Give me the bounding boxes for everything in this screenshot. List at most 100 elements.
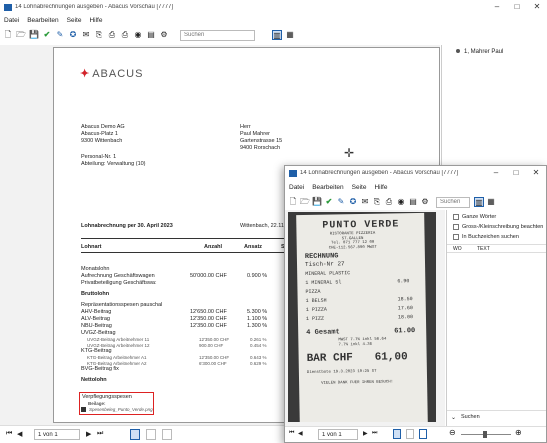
check-icon[interactable]: ✔ xyxy=(42,30,52,40)
receipt-items: MINERAL PLASTIC 1 MINERAL 5l 6.90 PIZZA 1 BE… xyxy=(296,213,424,322)
single-page-icon[interactable] xyxy=(130,429,140,440)
open-icon[interactable]: 🗁 xyxy=(16,30,26,40)
popup-next-page-icon[interactable]: ▶ xyxy=(363,430,368,437)
chevron-down-icon[interactable]: ⌄ xyxy=(451,414,456,421)
popup-page-field[interactable] xyxy=(318,429,358,440)
popup-award-icon[interactable]: ✪ xyxy=(348,197,358,207)
export-icon[interactable]: ⎘ xyxy=(94,30,104,40)
maximize-button[interactable]: □ xyxy=(507,0,527,14)
document-icon[interactable]: ▤ xyxy=(146,30,156,40)
camera-icon[interactable]: ◉ xyxy=(133,30,143,40)
row-amount: 6'300.00 CHF xyxy=(199,360,227,366)
award-icon[interactable]: ✪ xyxy=(68,30,78,40)
popup-minimize-button[interactable]: – xyxy=(486,166,506,180)
popup-mail-icon[interactable]: ✉ xyxy=(360,197,370,207)
popup-prev-page-icon[interactable]: ◀ xyxy=(298,430,303,437)
row-label: UVGZ-Beitrag xyxy=(81,330,116,336)
prev-page-icon[interactable]: ◀ xyxy=(17,430,22,438)
popup-app-icon xyxy=(289,169,297,177)
popup-document-icon[interactable]: ▤ xyxy=(408,197,418,207)
abacus-logo: ✦ ABACUS xyxy=(80,68,144,80)
popup-title: 14 Lohnabrechnungen ausgeben - Abacus Vo… xyxy=(300,170,459,176)
receipt-tisch: Tisch-Nr 27 xyxy=(304,260,345,268)
attachment-icon[interactable] xyxy=(81,407,86,412)
receipt-image: PUNTO VERDE RISTORANTE PIZZERIA ST.GALLEN… xyxy=(288,212,436,422)
sign-icon[interactable]: ✎ xyxy=(55,30,65,40)
new-icon[interactable]: 🗋 xyxy=(3,30,13,40)
row-label: Privatbeteiligung Geschäftswa: xyxy=(81,280,157,286)
receipt-name: PUNTO VERDE xyxy=(322,219,400,232)
popup-menu-seite[interactable]: Seite xyxy=(352,184,367,191)
print-preview-icon[interactable]: ⎙ xyxy=(120,30,130,40)
popup-close-button[interactable]: ✕ xyxy=(526,166,546,180)
menu-seite[interactable]: Seite xyxy=(67,17,82,24)
layout-icon[interactable]: ▥ xyxy=(272,30,282,40)
row-amount: 12'350.00 CHF xyxy=(199,355,230,360)
row-amount: 12'350.00 CHF xyxy=(199,337,230,342)
popup-camera-icon[interactable]: ◉ xyxy=(396,197,406,207)
find-label: Suchen xyxy=(461,414,480,420)
popup-menu-bearbeiten[interactable]: Bearbeiten xyxy=(312,184,343,191)
mail-icon[interactable]: ✉ xyxy=(81,30,91,40)
settings-icon[interactable]: ⚙ xyxy=(159,30,169,40)
option-whole-words[interactable]: Ganze Wörter xyxy=(453,214,496,220)
row-label: KTG-Beitrag Arbeitnehmer A1 xyxy=(87,355,147,360)
popup-last-page-icon[interactable]: ⏭ xyxy=(372,430,377,437)
option-case-sensitive[interactable]: Gross-/Kleinschreibung beachten xyxy=(453,224,543,230)
popup-layout-icon[interactable]: ▥ xyxy=(474,197,484,207)
page-field[interactable] xyxy=(34,429,80,440)
row-amount: 50'000.00 CHF xyxy=(190,273,227,279)
popup-maximize-button[interactable]: □ xyxy=(506,166,526,180)
search-input[interactable] xyxy=(180,29,255,41)
minimize-button[interactable]: – xyxy=(487,0,507,14)
save-icon[interactable]: 💾 xyxy=(29,30,39,40)
menu-bearbeiten[interactable]: Bearbeiten xyxy=(27,17,58,24)
popup-two-page-icon[interactable] xyxy=(406,429,414,439)
close-button[interactable]: ✕ xyxy=(527,0,547,14)
zoom-out-icon[interactable]: ⊖ xyxy=(449,428,456,437)
popup-print-icon[interactable]: ⎙ xyxy=(384,197,394,207)
popup-sidebar-icon[interactable]: ▦ xyxy=(486,197,496,207)
receipt-total: 61.00 xyxy=(394,327,416,336)
popup-search-input[interactable] xyxy=(436,196,470,208)
spesen-highlight[interactable]: Verpflegungsspesen Beilage: Spesenbeleg_… xyxy=(79,392,154,415)
two-page-icon[interactable] xyxy=(146,429,156,440)
print-icon[interactable]: ⎙ xyxy=(107,30,117,40)
popup-settings-icon[interactable]: ⚙ xyxy=(420,197,430,207)
popup-menu-datei[interactable]: Datei xyxy=(289,184,304,191)
receipt-item-price: 18.00 xyxy=(397,314,414,321)
popup-first-page-icon[interactable]: ⏮ xyxy=(289,430,294,437)
last-page-icon[interactable]: ⏭ xyxy=(97,430,103,438)
row-label: NBU-Beitrag xyxy=(81,323,112,329)
zoom-slider-thumb[interactable] xyxy=(483,431,487,438)
popup-save-icon[interactable]: 💾 xyxy=(312,197,322,207)
option-bookmarks[interactable]: In Buchzeichen suchen xyxy=(453,234,519,240)
receipt-item-name: 1 PIZZ xyxy=(305,315,325,322)
app-icon xyxy=(4,3,12,11)
recipient-address: Herr Paul Mahrer Gartenstrasse 15 9400 Rors… xyxy=(240,124,283,151)
first-page-icon[interactable]: ⏮ xyxy=(6,430,12,438)
popup-new-icon[interactable]: 🗋 xyxy=(288,197,298,207)
menu-datei[interactable]: Datei xyxy=(4,17,19,24)
continuous-icon[interactable] xyxy=(162,429,172,440)
sidebar-icon[interactable]: ▦ xyxy=(285,30,295,40)
crosshair-cursor: ✛ xyxy=(344,146,355,160)
place-date: Wittenbach, 22.11. xyxy=(240,223,286,229)
zoom-in-icon[interactable]: ⊕ xyxy=(515,428,522,437)
popup-check-icon[interactable]: ✔ xyxy=(324,197,334,207)
popup-sign-icon[interactable]: ✎ xyxy=(336,197,346,207)
next-page-icon[interactable]: ▶ xyxy=(86,430,91,438)
receipt-item-name: MINERAL PLASTIC xyxy=(305,270,351,277)
menu-hilfe[interactable]: Hilfe xyxy=(89,17,102,24)
popup-export-icon[interactable]: ⎘ xyxy=(372,197,382,207)
row-label: AHV-Beitrag xyxy=(81,309,112,315)
popup-fit-icon[interactable] xyxy=(419,429,427,439)
receipt-item-name: 1 BELSH xyxy=(305,297,327,304)
popup-single-page-icon[interactable] xyxy=(393,429,401,439)
popup-menu-hilfe[interactable]: Hilfe xyxy=(374,184,387,191)
spesen-file[interactable]: Spesenbeleg_Punto_Verde.png xyxy=(89,407,153,412)
tree-item[interactable]: 1, Mahrer Paul xyxy=(456,49,503,55)
popup-open-icon[interactable]: 🗁 xyxy=(300,197,310,207)
find-bar[interactable]: ⌄ Suchen xyxy=(447,410,546,422)
col-text: TEXT xyxy=(477,246,490,252)
